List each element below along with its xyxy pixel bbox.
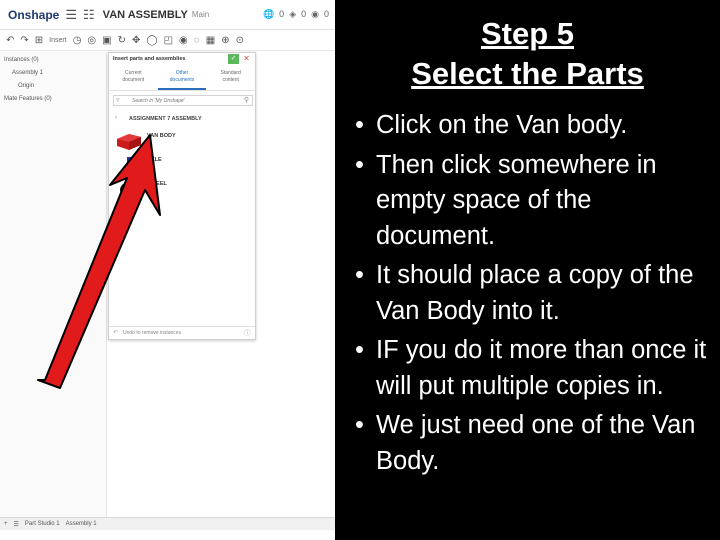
- cylindrical-icon[interactable]: ◯: [146, 35, 157, 46]
- part-name-axle: AXLE: [147, 157, 162, 163]
- mate-features-node[interactable]: Mate Features (0): [4, 93, 102, 106]
- redo-icon[interactable]: ↷: [20, 35, 28, 46]
- notification-icon[interactable]: ◈: [289, 9, 296, 20]
- bottom-tab-bar: + ☰ Part Studio 1 Assembly 1: [0, 517, 335, 530]
- instruction-list: Click on the Van body. Then click somewh…: [350, 108, 716, 483]
- search-input[interactable]: [132, 97, 232, 105]
- wheel-thumbnail: [120, 182, 138, 198]
- undo-icon[interactable]: ↶: [6, 35, 14, 46]
- menu-icon[interactable]: ☰: [65, 8, 77, 21]
- branch-label[interactable]: Main: [192, 10, 209, 19]
- dialog-tabs: Current document Other documents Standar…: [109, 67, 255, 91]
- back-arrow-icon[interactable]: ‹: [115, 115, 117, 121]
- undo-hint: Undo to remove instances: [123, 330, 182, 336]
- count-1: 0: [301, 9, 307, 19]
- part-name-van-body: VAN BODY: [147, 133, 176, 139]
- origin-node[interactable]: Origin: [4, 80, 102, 93]
- pin-icon[interactable]: ◌: [194, 35, 200, 46]
- part-axle[interactable]: AXLE: [115, 155, 251, 177]
- toolbar: ↶ ↷ ⊞ Insert ◷ ◎ ▣ ↻ ✥ ◯ ◰ ◉ ◌ ▦ ⊕ ⊙: [0, 31, 335, 51]
- planar-icon[interactable]: ◰: [164, 35, 173, 46]
- revolute-icon[interactable]: ↻: [118, 35, 126, 46]
- count-2: 0: [323, 9, 329, 19]
- search-box: ▿ ⚲: [113, 95, 253, 106]
- title-line-2: Select the Parts: [411, 56, 644, 91]
- tab-part-studio[interactable]: Part Studio 1: [25, 521, 60, 527]
- instruction-item: We just need one of the Van Body.: [350, 408, 716, 479]
- tab-other-documents[interactable]: Other documents: [157, 67, 207, 90]
- search-icon[interactable]: ⚲: [244, 96, 249, 106]
- tab-other-line1: Other: [175, 70, 189, 76]
- axle-thumbnail: [127, 157, 131, 173]
- slide-title: Step 5 Select the Parts: [340, 14, 715, 94]
- add-tab-icon[interactable]: +: [4, 521, 8, 527]
- help-icon[interactable]: ⓘ: [244, 328, 251, 338]
- instances-header[interactable]: Instances (0): [4, 54, 102, 67]
- explode-icon[interactable]: ⊙: [236, 35, 244, 46]
- slider-icon[interactable]: ✥: [132, 35, 140, 46]
- tab-standard-line2: content: [222, 77, 239, 83]
- group-icon[interactable]: ▦: [206, 35, 215, 46]
- feature-list-icon[interactable]: ☷: [83, 8, 95, 21]
- comment-icon[interactable]: ◉: [311, 9, 319, 20]
- tab-standard-content[interactable]: Standard content: [206, 67, 255, 90]
- tab-current-document[interactable]: Current document: [109, 67, 158, 90]
- part-wheel[interactable]: WHEEL: [115, 179, 251, 201]
- tab-standard-line1: Standard: [220, 70, 241, 76]
- app-header: Onshape ☰ ☷ VAN ASSEMBLY Main 🌐 0 ◈ 0 ◉ …: [0, 0, 335, 30]
- insert-icon[interactable]: ⊞: [35, 35, 43, 46]
- document-title[interactable]: VAN ASSEMBLY: [103, 9, 188, 21]
- insert-button[interactable]: Insert: [49, 37, 67, 44]
- ball-icon[interactable]: ◉: [179, 35, 188, 46]
- count-0: 0: [279, 9, 285, 19]
- globe-icon[interactable]: 🌐: [263, 9, 274, 20]
- clock-icon[interactable]: ◷: [73, 35, 82, 46]
- van-body-thumbnail: [117, 134, 141, 150]
- tab-other-line2: documents: [169, 77, 195, 83]
- assembly-node[interactable]: Assembly 1: [4, 67, 102, 80]
- tab-list-icon[interactable]: ☰: [14, 521, 19, 528]
- instruction-item: IF you do it more than once it will put …: [350, 333, 716, 404]
- app-logo: Onshape: [8, 7, 60, 22]
- header-status: 🌐 0 ◈ 0 ◉ 0: [263, 9, 329, 20]
- instance-list-panel: Instances (0) Assembly 1 Origin Mate Fea…: [0, 52, 107, 517]
- part-van-body[interactable]: VAN BODY: [115, 131, 251, 153]
- instruction-item: It should place a copy of the Van Body i…: [350, 258, 716, 329]
- confirm-button[interactable]: ✓: [228, 54, 239, 64]
- mate-icon[interactable]: ◎: [87, 35, 96, 46]
- title-line-1: Step 5: [480, 16, 575, 51]
- instruction-item: Click on the Van body.: [350, 108, 716, 144]
- insert-dialog: Insert parts and assemblies ✓ ✕ Current …: [108, 52, 256, 340]
- tab-assembly[interactable]: Assembly 1: [66, 521, 97, 527]
- tab-current-line2: document: [122, 77, 145, 83]
- part-name-wheel: WHEEL: [147, 181, 167, 187]
- breadcrumb[interactable]: ASSIGNMENT 7 ASSEMBLY: [129, 116, 202, 122]
- onshape-screenshot: Onshape ☰ ☷ VAN ASSEMBLY Main 🌐 0 ◈ 0 ◉ …: [0, 0, 335, 540]
- tab-current-line1: Current: [124, 70, 142, 76]
- instruction-item: Then click somewhere in empty space of t…: [350, 148, 716, 255]
- dialog-title: Insert parts and assemblies: [113, 56, 186, 62]
- fastened-icon[interactable]: ▣: [102, 35, 111, 46]
- dialog-footer: ↶ Undo to remove instances ⓘ: [109, 326, 255, 339]
- connector-icon[interactable]: ⊕: [221, 35, 229, 46]
- filter-icon[interactable]: ▿: [116, 96, 120, 106]
- close-button[interactable]: ✕: [241, 54, 252, 64]
- undo-hint-icon: ↶: [113, 330, 119, 336]
